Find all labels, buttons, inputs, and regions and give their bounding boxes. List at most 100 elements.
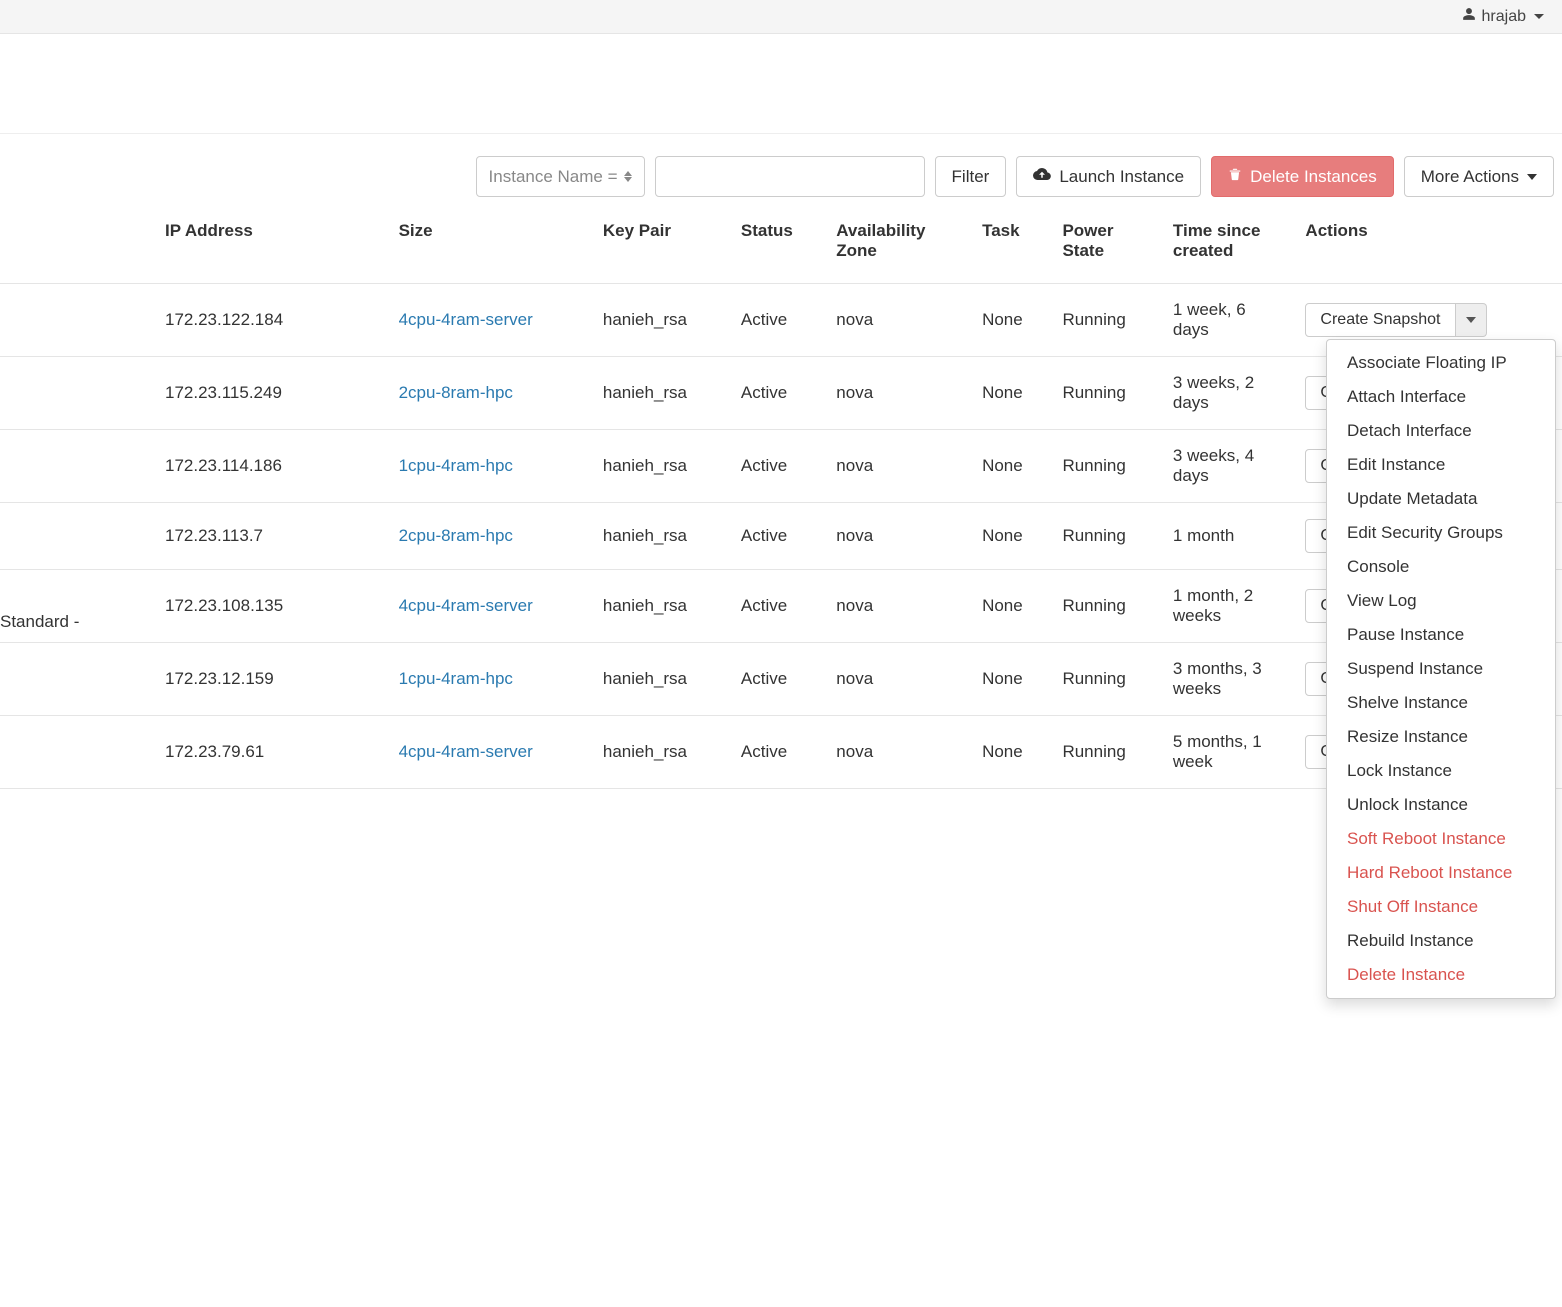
cell-keypair: hanieh_rsa [593,284,731,357]
dropdown-item[interactable]: Associate Floating IP [1327,346,1555,380]
dropdown-item[interactable]: Edit Security Groups [1327,516,1555,550]
dropdown-item[interactable]: Rebuild Instance [1327,924,1555,958]
cell-size: 2cpu-8ram-hpc [389,357,593,430]
action-split-button: Create Snapshot [1305,303,1486,337]
dropdown-item[interactable]: Unlock Instance [1327,788,1555,822]
cell-power: Running [1052,503,1162,570]
cell-power: Running [1052,430,1162,503]
col-size[interactable]: Size [389,211,593,284]
dropdown-item[interactable]: Edit Instance [1327,448,1555,482]
dropdown-item[interactable]: Pause Instance [1327,618,1555,652]
dropdown-item[interactable]: Delete Instance [1327,958,1555,992]
dropdown-item[interactable]: Suspend Instance [1327,652,1555,686]
cell-az: nova [826,570,972,643]
cell-ip: 172.23.114.186 [0,430,389,503]
cell-size: 2cpu-8ram-hpc [389,503,593,570]
delete-button-label: Delete Instances [1250,167,1377,187]
delete-instances-button[interactable]: Delete Instances [1211,156,1394,197]
cell-size: 4cpu-4ram-server [389,716,593,789]
size-link[interactable]: 2cpu-8ram-hpc [399,383,513,402]
toolbar: Instance Name = Filter Launch Instance D… [0,134,1562,211]
cell-ip: 172.23.115.249 [0,357,389,430]
filter-button-label: Filter [952,167,990,187]
size-link[interactable]: 1cpu-4ram-hpc [399,669,513,688]
size-link[interactable]: 4cpu-4ram-server [399,742,533,761]
caret-down-icon [1534,14,1544,19]
dropdown-item[interactable]: Shut Off Instance [1327,890,1555,924]
action-dropdown-toggle[interactable] [1456,303,1487,337]
cell-az: nova [826,643,972,716]
cell-status: Active [731,284,826,357]
col-status[interactable]: Status [731,211,826,284]
col-actions: Actions [1295,211,1562,284]
size-link[interactable]: 1cpu-4ram-hpc [399,456,513,475]
cell-az: nova [826,357,972,430]
more-actions-label: More Actions [1421,167,1519,187]
col-ip[interactable]: IP Address [0,211,389,284]
cell-size: 4cpu-4ram-server [389,570,593,643]
cell-task: None [972,430,1052,503]
cell-age: 1 month, 2 weeks [1163,570,1296,643]
size-link[interactable]: 4cpu-4ram-server [399,310,533,329]
cell-status: Active [731,643,826,716]
col-az[interactable]: Availability Zone [826,211,972,284]
dropdown-item[interactable]: Attach Interface [1327,380,1555,414]
cell-age: 3 weeks, 2 days [1163,357,1296,430]
filter-button[interactable]: Filter [935,156,1007,197]
col-task[interactable]: Task [972,211,1052,284]
cell-keypair: hanieh_rsa [593,357,731,430]
cell-az: nova [826,430,972,503]
cell-age: 1 month [1163,503,1296,570]
dropdown-item[interactable]: Resize Instance [1327,720,1555,754]
cell-status: Active [731,357,826,430]
cloud-upload-icon [1033,165,1051,188]
user-name: hrajab [1482,8,1526,26]
dropdown-item[interactable]: Shelve Instance [1327,686,1555,720]
cell-az: nova [826,503,972,570]
dropdown-item[interactable]: Update Metadata [1327,482,1555,516]
launch-instance-button[interactable]: Launch Instance [1016,156,1201,197]
cell-keypair: hanieh_rsa [593,716,731,789]
flavor-label-fragment: Standard - [0,612,79,632]
cell-power: Running [1052,357,1162,430]
cell-task: None [972,503,1052,570]
filter-field-label: Instance Name = [489,167,618,187]
size-link[interactable]: 2cpu-8ram-hpc [399,526,513,545]
cell-status: Active [731,503,826,570]
caret-down-icon [1527,174,1537,180]
col-age[interactable]: Time since created [1163,211,1296,284]
more-actions-button[interactable]: More Actions [1404,156,1554,197]
cell-az: nova [826,716,972,789]
cell-task: None [972,357,1052,430]
cell-task: None [972,284,1052,357]
create-snapshot-button[interactable]: Create Snapshot [1305,303,1455,337]
cell-az: nova [826,284,972,357]
dropdown-item[interactable]: Soft Reboot Instance [1327,822,1555,856]
cell-ip: 172.23.113.7 [0,503,389,570]
cell-power: Running [1052,643,1162,716]
cell-status: Active [731,716,826,789]
topbar: hrajab [0,0,1562,34]
cell-keypair: hanieh_rsa [593,430,731,503]
user-menu[interactable]: hrajab [1462,7,1544,26]
dropdown-item[interactable]: View Log [1327,584,1555,618]
trash-icon [1228,166,1242,187]
caret-down-icon [1466,317,1476,323]
dropdown-item[interactable]: Console [1327,550,1555,584]
size-link[interactable]: 4cpu-4ram-server [399,596,533,615]
cell-keypair: hanieh_rsa [593,570,731,643]
cell-task: None [972,643,1052,716]
filter-input[interactable] [655,156,925,197]
col-power[interactable]: Power State [1052,211,1162,284]
cell-status: Active [731,570,826,643]
cell-task: None [972,570,1052,643]
select-arrows-icon [624,171,632,182]
filter-field-selector[interactable]: Instance Name = [476,156,645,197]
col-keypair[interactable]: Key Pair [593,211,731,284]
launch-button-label: Launch Instance [1059,167,1184,187]
dropdown-item[interactable]: Lock Instance [1327,754,1555,788]
dropdown-item[interactable]: Hard Reboot Instance [1327,856,1555,890]
dropdown-item[interactable]: Detach Interface [1327,414,1555,448]
cell-keypair: hanieh_rsa [593,503,731,570]
cell-ip: 172.23.122.184 [0,284,389,357]
